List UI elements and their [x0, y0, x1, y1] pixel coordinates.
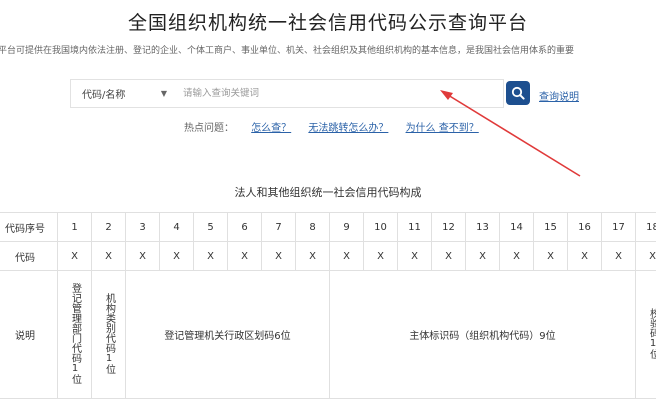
search-input[interactable]: [177, 79, 503, 108]
desc-registration-dept: 登记管理部门代码1位: [69, 283, 81, 384]
code-cell: X: [262, 242, 296, 271]
hot-questions: 热点问题： 怎么查？ 无法跳转怎么办？ 为什么 查不到？: [184, 119, 479, 134]
credit-code-structure-table: 代码序号 1 2 3 4 5 6 7 8 9 10 11 12 13 14 15…: [0, 212, 656, 399]
position-cell: 16: [568, 213, 602, 242]
hot-question-link-how-to-search[interactable]: 怎么查？: [251, 123, 291, 134]
code-cell: X: [636, 242, 656, 271]
position-cell: 2: [92, 213, 126, 242]
code-cell: X: [126, 242, 160, 271]
code-cell: X: [194, 242, 228, 271]
desc-cell-subject-id: 主体标识码（组织机构代码）9位: [330, 271, 636, 399]
table-row-code: 代码 X X X X X X X X X X X X X X X X X X: [0, 242, 656, 271]
page-title: 全国组织机构统一社会信用代码公示查询平台: [0, 8, 656, 35]
desc-org-category: 机构类别代码1位: [103, 293, 115, 374]
position-cell: 9: [330, 213, 364, 242]
code-cell: X: [500, 242, 534, 271]
code-cell: X: [364, 242, 398, 271]
desc-cell-org-category: 机构类别代码1位: [92, 271, 126, 399]
position-cell: 18: [636, 213, 656, 242]
position-cell: 13: [466, 213, 500, 242]
position-cell: 11: [398, 213, 432, 242]
position-cell: 15: [534, 213, 568, 242]
hot-question-link-cannot-redirect[interactable]: 无法跳转怎么办？: [308, 123, 388, 134]
chevron-down-icon: ▼: [161, 89, 167, 98]
code-cell: X: [432, 242, 466, 271]
search-bar: 代码/名称 ▼: [70, 79, 504, 108]
position-cell: 8: [296, 213, 330, 242]
position-cell: 5: [194, 213, 228, 242]
position-cell: 12: [432, 213, 466, 242]
position-cell: 3: [126, 213, 160, 242]
position-cell: 6: [228, 213, 262, 242]
position-cell: 1: [58, 213, 92, 242]
hot-question-link-not-found[interactable]: 为什么 查不到？: [406, 123, 479, 134]
position-cell: 7: [262, 213, 296, 242]
search-button[interactable]: [506, 81, 530, 105]
search-type-value: 代码/名称: [82, 86, 125, 101]
code-cell: X: [228, 242, 262, 271]
hot-questions-label: 热点问题：: [184, 123, 234, 134]
code-cell: X: [466, 242, 500, 271]
position-cell: 14: [500, 213, 534, 242]
row-label-position: 代码序号: [0, 213, 58, 242]
position-cell: 10: [364, 213, 398, 242]
position-cell: 17: [602, 213, 636, 242]
desc-cell-region-code: 登记管理机关行政区划码6位: [126, 271, 330, 399]
code-cell: X: [602, 242, 636, 271]
code-cell: X: [92, 242, 126, 271]
desc-cell-check-digit: 校验码1位: [636, 271, 656, 399]
query-help-link[interactable]: 查询说明: [539, 88, 579, 103]
row-label-code: 代码: [0, 242, 58, 271]
code-cell: X: [534, 242, 568, 271]
search-icon: [511, 86, 525, 100]
position-cell: 4: [160, 213, 194, 242]
code-cell: X: [296, 242, 330, 271]
section-heading: 法人和其他组织统一社会信用代码构成: [0, 184, 656, 200]
platform-intro-text: 平台可提供在我国境内依法注册、登记的企业、个体工商户、事业单位、机关、社会组织及…: [0, 43, 574, 56]
code-cell: X: [160, 242, 194, 271]
table-row-description: 说明 登记管理部门代码1位 机构类别代码1位 登记管理机关行政区划码6位 主体标…: [0, 271, 656, 399]
code-cell: X: [398, 242, 432, 271]
table-row-position: 代码序号 1 2 3 4 5 6 7 8 9 10 11 12 13 14 15…: [0, 213, 656, 242]
code-cell: X: [58, 242, 92, 271]
code-cell: X: [568, 242, 602, 271]
row-label-description: 说明: [0, 271, 58, 399]
desc-cell-registration-dept: 登记管理部门代码1位: [58, 271, 92, 399]
search-type-select[interactable]: 代码/名称 ▼: [71, 80, 177, 107]
code-cell: X: [330, 242, 364, 271]
desc-check-digit: 校验码1位: [647, 308, 656, 359]
